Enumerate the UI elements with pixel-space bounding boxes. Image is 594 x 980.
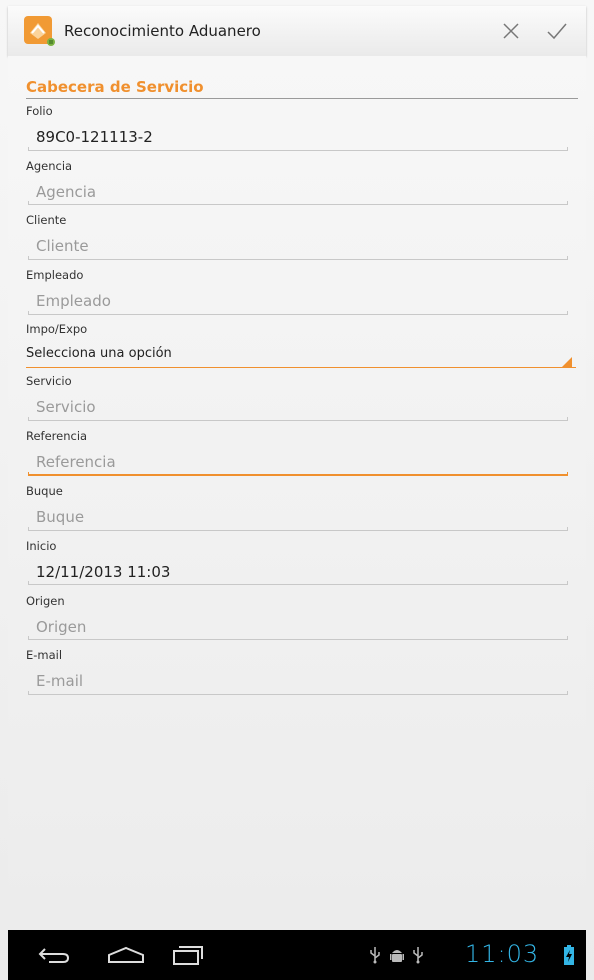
empleado-label: Empleado xyxy=(26,268,84,282)
buque-underline xyxy=(28,527,568,531)
usb-icon xyxy=(368,945,382,965)
origen-field[interactable]: Origen xyxy=(36,618,86,636)
status-clock: 11:03 xyxy=(465,940,540,968)
agencia-label: Agencia xyxy=(26,159,73,173)
inicio-field[interactable]: 12/11/2013 11:03 xyxy=(36,563,170,581)
empleado-field[interactable]: Empleado xyxy=(36,292,111,310)
folio-label: Folio xyxy=(26,104,53,118)
system-bar: 11:03 xyxy=(8,930,586,980)
recent-apps-icon xyxy=(173,946,203,965)
home-button[interactable] xyxy=(96,930,156,980)
cliente-underline xyxy=(28,256,568,260)
buque-label: Buque xyxy=(26,484,63,498)
app-title: Reconocimiento Aduanero xyxy=(64,22,261,40)
android-debug-icon xyxy=(389,945,405,965)
folio-underline xyxy=(28,147,568,151)
inicio-underline xyxy=(28,581,568,585)
email-label: E-mail xyxy=(26,648,63,662)
close-button[interactable] xyxy=(488,6,534,56)
confirm-button[interactable] xyxy=(534,6,580,56)
action-bar: Reconocimiento Aduanero xyxy=(8,6,586,56)
section-title: Cabecera de Servicio xyxy=(26,78,204,96)
inicio-label: Inicio xyxy=(26,539,57,553)
servicio-underline xyxy=(28,417,568,421)
agencia-field[interactable]: Agencia xyxy=(36,183,96,201)
app-logo-icon xyxy=(22,13,58,49)
empleado-underline xyxy=(28,311,568,315)
buque-field[interactable]: Buque xyxy=(36,508,84,526)
referencia-label: Referencia xyxy=(26,429,88,443)
spinner-underline xyxy=(26,367,576,368)
referencia-field[interactable]: Referencia xyxy=(36,453,116,471)
impo-expo-label: Impo/Expo xyxy=(26,322,88,336)
home-icon xyxy=(108,946,144,963)
cliente-field[interactable]: Cliente xyxy=(36,237,89,255)
email-underline xyxy=(28,691,568,695)
back-button[interactable] xyxy=(24,930,84,980)
email-field[interactable]: E-mail xyxy=(36,672,83,690)
origen-label: Origen xyxy=(26,594,65,608)
impo-expo-spinner[interactable]: Selecciona una opción xyxy=(26,346,172,361)
spinner-arrow-icon xyxy=(562,357,572,367)
cliente-label: Cliente xyxy=(26,213,67,227)
battery-charging-icon xyxy=(563,945,575,965)
referencia-underline xyxy=(28,472,568,476)
servicio-label: Servicio xyxy=(26,374,72,388)
form-container: Cabecera de Servicio Folio 89C0-121113-2… xyxy=(8,56,586,930)
origen-underline xyxy=(28,636,568,640)
usb-icon-2 xyxy=(411,945,425,965)
folio-field[interactable]: 89C0-121113-2 xyxy=(36,128,153,146)
recent-apps-button[interactable] xyxy=(158,930,218,980)
servicio-field[interactable]: Servicio xyxy=(36,398,96,416)
section-divider xyxy=(26,98,578,99)
close-icon xyxy=(503,23,519,39)
back-icon xyxy=(38,948,70,963)
agencia-underline xyxy=(28,201,568,205)
checkmark-icon xyxy=(547,23,567,40)
